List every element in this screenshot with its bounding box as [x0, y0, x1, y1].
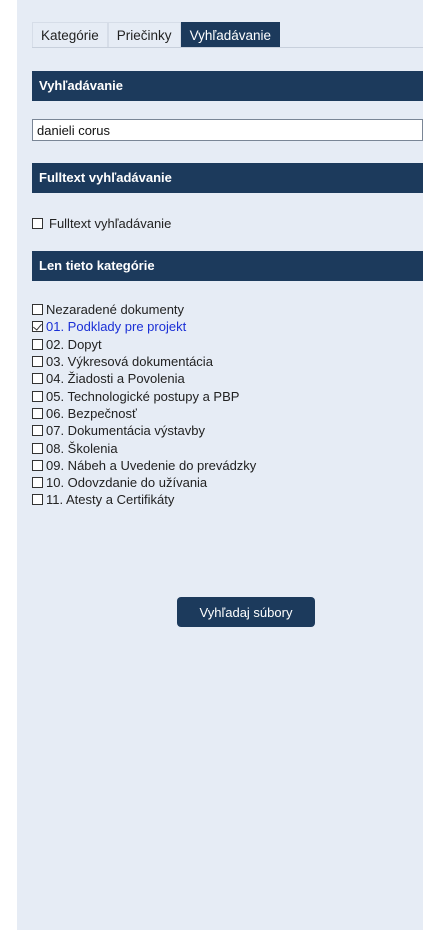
fulltext-section-header: Fulltext vyhľadávanie [32, 163, 423, 193]
search-input[interactable] [32, 119, 423, 141]
category-checkbox[interactable] [32, 477, 43, 489]
category-item-09[interactable]: 09. Nábeh a Uvedenie do prevádzky [32, 457, 256, 474]
category-item-02[interactable]: 02. Dopyt [32, 336, 256, 353]
category-checkbox[interactable] [32, 356, 43, 368]
category-item-07[interactable]: 07. Dokumentácia výstavby [32, 422, 256, 439]
category-checkbox[interactable] [32, 304, 43, 316]
category-item-10[interactable]: 10. Odovzdanie do užívania [32, 474, 256, 491]
category-checkbox[interactable] [32, 407, 43, 419]
category-label: 05. Technologické postupy a PBP [46, 388, 240, 404]
category-item-03[interactable]: 03. Výkresová dokumentácia [32, 353, 256, 370]
tab-search[interactable]: Vyhľadávanie [180, 22, 281, 48]
fulltext-checkbox[interactable] [32, 218, 43, 229]
tab-folders[interactable]: Priečinky [107, 22, 181, 48]
tab-categories[interactable]: Kategórie [32, 22, 108, 48]
tab-divider [32, 47, 423, 48]
search-section-header: Vyhľadávanie [32, 71, 423, 101]
category-item-11[interactable]: 11. Atesty a Certifikáty [32, 491, 256, 508]
category-checkbox[interactable] [32, 390, 43, 402]
fulltext-checkbox-label: Fulltext vyhľadávanie [49, 216, 172, 231]
category-label: 04. Žiadosti a Povolenia [46, 371, 185, 387]
category-label: 08. Školenia [46, 440, 118, 456]
category-checkbox[interactable] [32, 442, 43, 454]
category-label: 11. Atesty a Certifikáty [46, 492, 175, 508]
category-label: 02. Dopyt [46, 336, 102, 352]
category-checkbox[interactable] [32, 373, 43, 385]
category-checkbox[interactable] [32, 425, 43, 437]
category-label: 03. Výkresová dokumentácia [46, 354, 213, 370]
category-label: 10. Odovzdanie do užívania [46, 475, 208, 491]
category-checkbox[interactable] [32, 459, 43, 471]
category-item-01[interactable]: 01. Podklady pre projekt [32, 318, 256, 335]
tab-bar: Kategórie Priečinky Vyhľadávanie [32, 22, 281, 48]
category-item-05[interactable]: 05. Technologické postupy a PBP [32, 387, 256, 404]
category-label: 01. Podklady pre projekt [46, 319, 187, 335]
category-item-06[interactable]: 06. Bezpečnosť [32, 405, 256, 422]
category-checkbox[interactable] [32, 338, 43, 350]
category-checkbox[interactable] [32, 494, 43, 506]
category-checkbox[interactable] [32, 321, 43, 333]
category-list: Nezaradené dokumenty 01. Podklady pre pr… [32, 301, 256, 509]
category-label: 09. Nábeh a Uvedenie do prevádzky [46, 457, 257, 473]
fulltext-checkbox-row[interactable]: Fulltext vyhľadávanie [32, 216, 171, 231]
category-item-04[interactable]: 04. Žiadosti a Povolenia [32, 370, 256, 387]
category-label: Nezaradené dokumenty [46, 302, 185, 318]
category-item-08[interactable]: 08. Školenia [32, 439, 256, 456]
categories-section-header: Len tieto kategórie [32, 251, 423, 281]
category-label: 06. Bezpečnosť [46, 405, 137, 421]
search-panel: Kategórie Priečinky Vyhľadávanie Vyhľadá… [17, 0, 423, 930]
category-item-uncategorized[interactable]: Nezaradené dokumenty [32, 301, 256, 318]
search-files-button[interactable]: Vyhľadaj súbory [177, 597, 315, 627]
category-label: 07. Dokumentácia výstavby [46, 423, 205, 439]
